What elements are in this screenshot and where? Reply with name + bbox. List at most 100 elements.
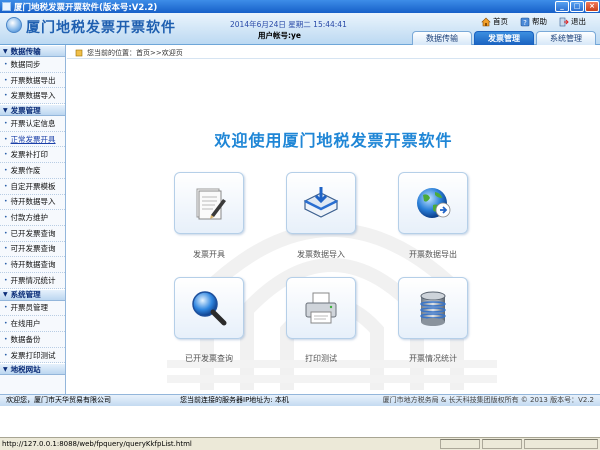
bullet-icon: • <box>4 119 8 127</box>
tab-invoice-management[interactable]: 发票管理 <box>474 31 534 45</box>
sidebar-item-statistics[interactable]: • 开票情况统计 <box>0 273 65 289</box>
browser-status-bar: http://127.0.0.1:8088/web/fpquery/queryK… <box>0 437 600 450</box>
current-datetime: 2014年6月24日 星期二 15:44:41 <box>230 20 347 29</box>
printer-icon <box>305 292 337 324</box>
bullet-icon: • <box>4 245 8 253</box>
sidebar-item-data-sync[interactable]: • 数据同步 <box>0 57 65 73</box>
sidebar-item-label: 开票认定信息 <box>10 118 56 128</box>
bullet-icon: • <box>4 351 8 359</box>
bullet-icon: • <box>4 92 8 100</box>
tile-data-export-label: 开票数据导出 <box>409 250 457 259</box>
status-server: 您当前连接的服务器IP地址为: 本机 <box>180 396 289 404</box>
window-title: 厦门地税发票开票软件(版本号:V2.2) <box>14 2 158 13</box>
sidebar-item-label: 发票补打印 <box>10 150 49 160</box>
sidebar-group-system-management[interactable]: ▼ 系统管理 <box>0 288 65 301</box>
tab-data-transfer[interactable]: 数据传输 <box>412 31 472 45</box>
sidebar-item-label: 开票数据导出 <box>10 75 56 85</box>
sidebar-item-issue-invoice[interactable]: • 正常发票开具 <box>0 132 65 148</box>
collapse-arrow-icon: ▼ <box>3 47 8 55</box>
bullet-icon: • <box>4 76 8 84</box>
sidebar-group-title: 系统管理 <box>10 290 41 300</box>
sidebar: ▼ 数据传输 • 数据同步 • 开票数据导出 • 发票数据导入 ▼ 发票管理 • 开票认定信… <box>0 45 66 394</box>
breadcrumb: 您当前的位置：首页>>欢迎页 <box>67 47 600 59</box>
sidebar-item-print-test[interactable]: • 发票打印测试 <box>0 348 65 364</box>
bullet-icon: • <box>4 335 8 343</box>
tile-issue-invoice[interactable] <box>174 172 244 234</box>
sidebar-item-invoice-info[interactable]: • 开票认定信息 <box>0 116 65 132</box>
tab-system-management[interactable]: 系统管理 <box>536 31 596 45</box>
bullet-icon: • <box>4 304 8 312</box>
collapse-arrow-icon: ▼ <box>3 106 8 114</box>
collapse-arrow-icon: ▼ <box>3 365 8 373</box>
collapse-arrow-icon: ▼ <box>3 291 8 299</box>
bullet-icon: • <box>4 151 8 159</box>
sidebar-item-online-users[interactable]: • 在线用户 <box>0 316 65 332</box>
sidebar-item-void[interactable]: • 发票作废 <box>0 163 65 179</box>
sidebar-item-template[interactable]: • 自定开票模板 <box>0 179 65 195</box>
maximize-button[interactable]: □ <box>570 1 584 12</box>
sidebar-item-label: 付款方维护 <box>10 213 49 223</box>
top-links: 首页 ? 帮助 退出 <box>481 16 586 27</box>
tile-invoice-import[interactable] <box>286 172 356 234</box>
sidebar-item-import[interactable]: • 发票数据导入 <box>0 88 65 105</box>
sidebar-item-issued-query[interactable]: • 已开发票查询 <box>0 226 65 242</box>
status-cell <box>524 439 598 449</box>
tile-print-test-label: 打印测试 <box>305 354 337 363</box>
bullet-icon: • <box>4 261 8 269</box>
tile-print-test[interactable] <box>286 277 356 339</box>
main-content: 您当前的位置：首页>>欢迎页 欢迎使用厦门地税发票开票软件 发票开具 发票数据导… <box>67 45 600 394</box>
bullet-icon: • <box>4 276 8 284</box>
sidebar-group-invoice-management[interactable]: ▼ 发票管理 <box>0 104 65 117</box>
sidebar-item-operators[interactable]: • 开票员管理 <box>0 301 65 317</box>
location-icon <box>75 49 83 56</box>
close-button[interactable]: × <box>585 1 599 12</box>
bullet-icon: • <box>4 214 8 222</box>
tile-issue-invoice-label: 发票开具 <box>193 250 225 259</box>
user-account: 用户帐号:ye <box>258 31 301 40</box>
status-company: 欢迎您，厦门市天华贸易有限公司 <box>6 396 111 404</box>
home-link[interactable]: 首页 <box>481 16 508 27</box>
tile-statistics[interactable] <box>398 277 468 339</box>
sidebar-item-label: 在线用户 <box>10 319 41 329</box>
help-link[interactable]: ? 帮助 <box>520 16 547 27</box>
status-url: http://127.0.0.1:8088/web/fpquery/queryK… <box>2 440 192 448</box>
sidebar-item-label: 正常发票开具 <box>10 134 56 144</box>
database-icon <box>420 291 446 326</box>
tile-invoice-import-label: 发票数据导入 <box>297 250 345 259</box>
exit-link[interactable]: 退出 <box>559 16 586 27</box>
sidebar-item-label: 待开数据查询 <box>10 260 56 270</box>
window-title-bar: 厦门地税发票开票软件(版本号:V2.2) _ □ × <box>0 0 600 13</box>
sidebar-item-reprint[interactable]: • 发票补打印 <box>0 147 65 164</box>
sidebar-item-pending-import[interactable]: • 待开数据导入 <box>0 195 65 211</box>
app-header: 厦门地税发票开票软件 2014年6月24日 星期二 15:44:41 用户帐号:… <box>0 13 600 45</box>
sidebar-group-title: 地税网站 <box>10 364 41 374</box>
minimize-button[interactable]: _ <box>555 1 569 12</box>
tax-logo-icon <box>6 17 22 33</box>
sidebar-item-export[interactable]: • 开票数据导出 <box>0 73 65 89</box>
data-import-icon <box>303 187 339 218</box>
breadcrumb-text: 您当前的位置：首页>>欢迎页 <box>87 48 183 57</box>
sidebar-group-data-transfer[interactable]: ▼ 数据传输 <box>0 45 65 57</box>
invoice-pen-icon <box>196 188 226 220</box>
sidebar-item-pending-query[interactable]: • 待开数据查询 <box>0 257 65 273</box>
bullet-icon: • <box>4 229 8 237</box>
tile-data-export[interactable] <box>398 172 468 234</box>
status-cell <box>440 439 480 449</box>
sidebar-item-label: 发票打印测试 <box>10 350 56 360</box>
magnifier-icon <box>192 291 227 326</box>
sidebar-group-tax-website[interactable]: ▼ 地税网站 <box>0 363 65 376</box>
sidebar-item-label: 已开发票查询 <box>10 228 56 238</box>
window-controls: _ □ × <box>555 1 599 12</box>
sidebar-item-backup[interactable]: • 数据备份 <box>0 332 65 348</box>
tile-issued-query[interactable] <box>174 277 244 339</box>
sidebar-item-available-query[interactable]: • 可开发票查询 <box>0 242 65 258</box>
svg-text:?: ? <box>523 19 527 27</box>
status-bar: 欢迎您，厦门市天华贸易有限公司 您当前连接的服务器IP地址为: 本机 厦门市地方… <box>0 394 600 406</box>
bullet-icon: • <box>4 198 8 206</box>
sidebar-item-label: 数据同步 <box>10 59 41 69</box>
sidebar-item-payer[interactable]: • 付款方维护 <box>0 210 65 226</box>
exit-icon <box>559 17 569 26</box>
home-icon <box>481 17 491 26</box>
app-title: 厦门地税发票开票软件 <box>26 20 176 36</box>
welcome-heading: 欢迎使用厦门地税发票开票软件 <box>214 131 453 150</box>
